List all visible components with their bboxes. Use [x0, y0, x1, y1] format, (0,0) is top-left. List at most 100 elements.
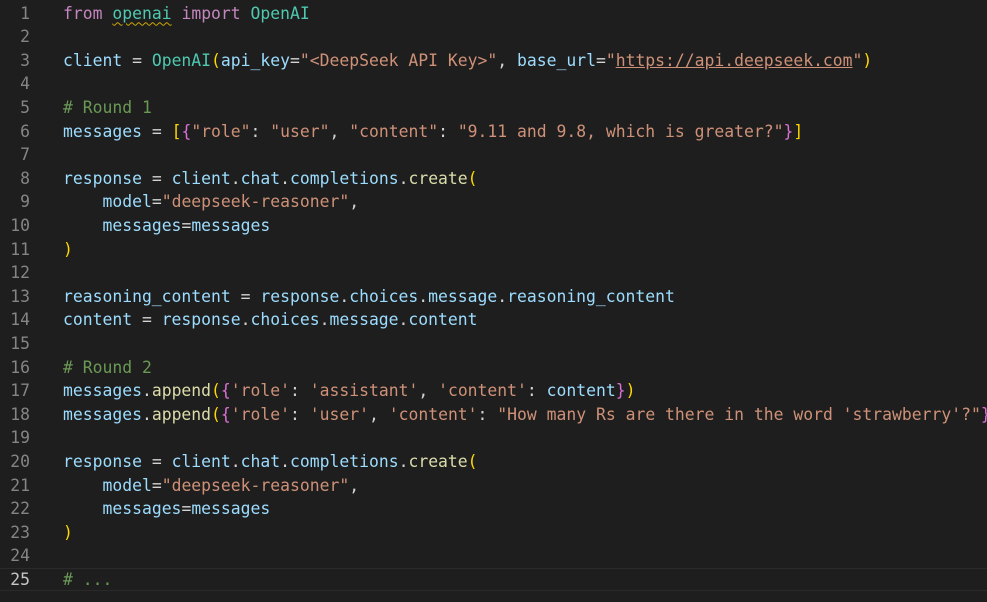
code-editor[interactable]: 1 from openai import OpenAI 2 3 client = Ope… — [0, 0, 987, 602]
line-number: 5 — [20, 97, 30, 117]
code-line[interactable]: 12 — [0, 261, 987, 285]
code-token: chat — [240, 168, 281, 188]
code-token: "<DeepSeek API Key>" — [299, 50, 498, 70]
line-number: 18 — [10, 404, 30, 424]
code-token: , — [329, 121, 350, 141]
code-token: . — [398, 451, 409, 471]
code-token: chat — [240, 451, 281, 471]
code-line[interactable]: 5 # Round 1 — [0, 96, 987, 120]
code-token: ) — [862, 50, 873, 70]
code-token: 'content' — [438, 381, 527, 401]
code-token: . — [141, 404, 152, 424]
code-line[interactable]: 11) — [0, 238, 987, 262]
line-number: 1 — [20, 3, 30, 23]
code-text: messages=messages — [63, 497, 270, 521]
code-token: response — [161, 310, 241, 330]
line-number: 10 — [10, 215, 30, 235]
code-token: { — [220, 381, 231, 401]
code-token: . — [418, 286, 429, 306]
code-line[interactable]: 6 messages = [{"role": "user", "content":… — [0, 120, 987, 144]
code-text: messages = [{"role": "user", "content": … — [63, 120, 803, 144]
code-text: messages=messages — [63, 214, 270, 238]
line-number: 2 — [20, 27, 30, 47]
code-token: messages — [63, 381, 142, 401]
code-line[interactable]: 1 from openai import OpenAI — [0, 2, 987, 26]
code-text: # Round 1 — [63, 96, 152, 120]
line-number: 19 — [10, 428, 30, 448]
code-line[interactable]: 15 — [0, 332, 987, 356]
code-token: = — [132, 310, 162, 330]
code-token: reasoning_content — [507, 286, 675, 306]
line-number: 20 — [10, 451, 30, 471]
line-number: 13 — [10, 286, 30, 306]
line-number: 9 — [20, 192, 30, 212]
line-number: 7 — [20, 145, 30, 165]
code-line[interactable]: 25 # ... — [0, 567, 987, 592]
code-text: model="deepseek-reasoner", — [63, 474, 359, 498]
code-token: : — [250, 121, 271, 141]
code-token: create — [408, 168, 468, 188]
line-number: 23 — [10, 522, 30, 542]
code-token: # Round 1 — [63, 97, 152, 117]
code-line[interactable]: 20 response = client.chat.completions.cre… — [0, 450, 987, 474]
code-line[interactable]: 9 model="deepseek-reasoner", — [0, 190, 987, 214]
code-line[interactable]: 23) — [0, 521, 987, 545]
code-token: ) — [625, 381, 636, 401]
code-line[interactable]: 4 — [0, 72, 987, 96]
code-line[interactable]: 3 client = OpenAI(api_key="<DeepSeek API … — [0, 49, 987, 73]
code-line[interactable]: 13 reasoning_content = response.choices.m… — [0, 285, 987, 309]
line-number: 11 — [10, 239, 30, 259]
code-token: OpenAI — [151, 50, 212, 70]
code-token: } — [615, 381, 626, 401]
code-line[interactable]: 7 — [0, 143, 987, 167]
code-line[interactable]: 21 model="deepseek-reasoner", — [0, 474, 987, 498]
code-line[interactable]: 22 messages=messages — [0, 497, 987, 521]
code-token: , — [349, 192, 360, 212]
code-line[interactable]: 18 messages.append({'role': 'user', 'cont… — [0, 403, 987, 427]
code-line[interactable]: 8 response = client.chat.completions.crea… — [0, 167, 987, 191]
code-token: messages — [191, 499, 271, 519]
code-token: : — [290, 381, 310, 401]
code-text: response = client.chat.completions.creat… — [63, 450, 478, 474]
code-token: client — [63, 50, 123, 70]
code-line[interactable]: 24 — [0, 544, 987, 568]
code-token: = — [141, 451, 172, 471]
code-token: ( — [467, 451, 478, 471]
code-line[interactable]: 17 messages.append({'role': 'assistant', … — [0, 379, 987, 403]
code-line[interactable]: 10 messages=messages — [0, 214, 987, 238]
code-line[interactable]: 2 — [0, 25, 987, 49]
code-text: messages.append({'role': 'assistant', 'c… — [63, 379, 635, 403]
code-token: messages — [191, 215, 271, 235]
code-text: ) — [63, 521, 73, 545]
code-token: "user" — [270, 121, 330, 141]
line-number: 15 — [10, 333, 30, 353]
code-line[interactable]: 16 # Round 2 — [0, 356, 987, 380]
line-number: 8 — [20, 168, 30, 188]
code-token: append — [151, 381, 212, 401]
code-token: api_key — [220, 50, 290, 70]
code-token: append — [151, 404, 212, 424]
code-token: ( — [467, 168, 478, 188]
code-token: = — [151, 475, 162, 495]
code-token: . — [141, 381, 152, 401]
code-line[interactable]: 19 — [0, 426, 987, 450]
line-number: 24 — [10, 546, 30, 566]
code-token: choices — [349, 286, 419, 306]
code-token: https://api.deepseek.com — [615, 50, 853, 70]
code-token: response — [260, 286, 340, 306]
code-token: completions — [290, 451, 399, 471]
code-token: { — [181, 121, 192, 141]
line-number: 12 — [10, 263, 30, 283]
code-token: " — [605, 50, 616, 70]
code-line[interactable]: 14 content = response.choices.message.con… — [0, 308, 987, 332]
code-token: create — [408, 451, 468, 471]
code-token: . — [280, 168, 291, 188]
line-number: 3 — [20, 50, 30, 70]
code-token: = — [595, 50, 606, 70]
code-token: " — [852, 50, 863, 70]
code-token: [ — [171, 121, 182, 141]
code-token: messages — [63, 121, 142, 141]
